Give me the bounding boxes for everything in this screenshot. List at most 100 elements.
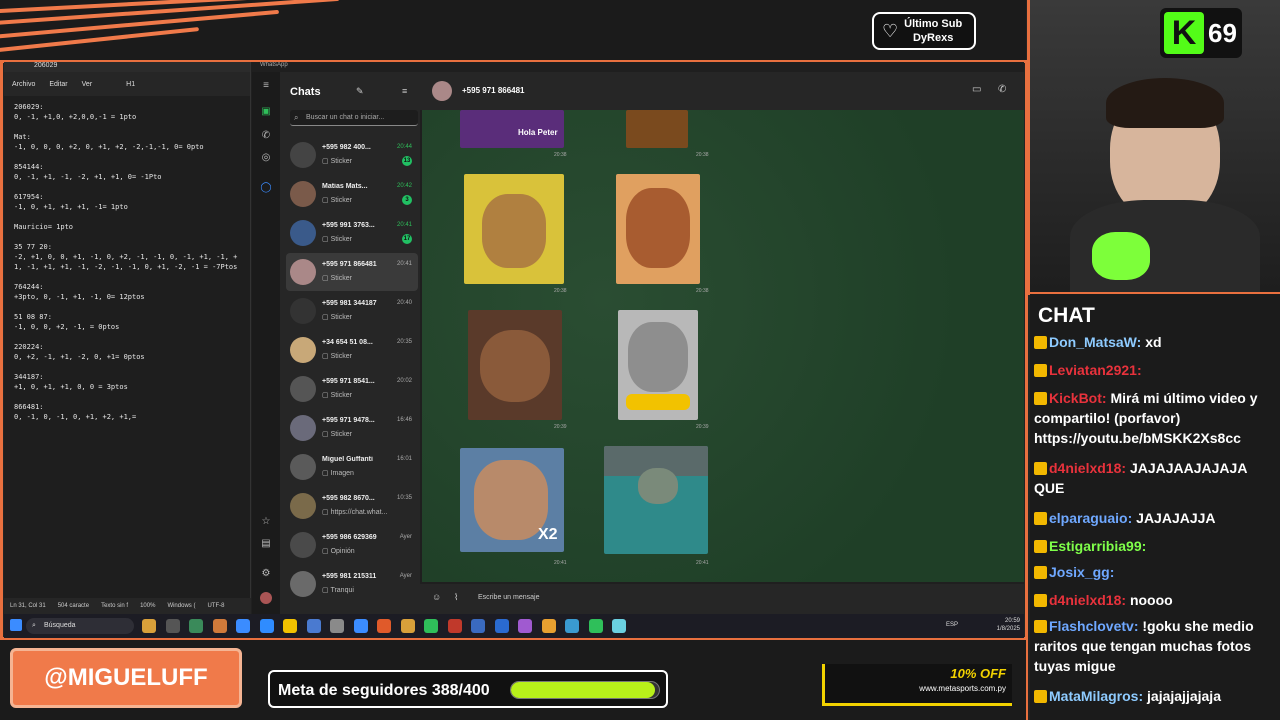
taskbar-app-icon[interactable] bbox=[259, 619, 274, 633]
chat-colon: : bbox=[1136, 362, 1142, 378]
taskbar-app-icon[interactable] bbox=[424, 619, 438, 633]
sticker[interactable] bbox=[626, 110, 688, 148]
video-call-icon[interactable]: ▭ bbox=[972, 84, 981, 95]
status-position: Ln 31, Col 31 bbox=[10, 603, 46, 609]
taskbar-app-icon[interactable] bbox=[283, 619, 297, 633]
status-encoding: UTF-8 bbox=[207, 603, 225, 609]
new-chat-icon[interactable]: ✎ bbox=[356, 86, 364, 97]
language-indicator[interactable]: ESP bbox=[946, 622, 958, 628]
chat-list-item[interactable]: +595 982 8670... ▢ https://chat.what... 10… bbox=[286, 487, 418, 525]
star-icon[interactable]: ☆ bbox=[260, 516, 272, 528]
menu-heading[interactable]: H1 bbox=[126, 81, 135, 88]
chat-username[interactable]: Don_MatsaW bbox=[1049, 334, 1137, 350]
filter-icon[interactable]: ≡ bbox=[402, 86, 407, 96]
sticker[interactable]: X2 bbox=[460, 448, 564, 552]
chat-username[interactable]: d4nielxd18 bbox=[1049, 460, 1121, 476]
sticker[interactable] bbox=[468, 310, 562, 420]
chat-username[interactable]: MataMilagros bbox=[1049, 688, 1138, 704]
status-icon[interactable]: ◎ bbox=[260, 152, 272, 164]
sticker[interactable]: Hola Peter bbox=[460, 110, 564, 148]
chat-list-item[interactable]: +34 654 51 08... ▢ Sticker 20:35 bbox=[286, 331, 418, 369]
message-input[interactable]: Escribe un mensaje bbox=[478, 594, 539, 601]
sticker[interactable] bbox=[464, 174, 564, 284]
taskbar-app-icon[interactable] bbox=[377, 619, 391, 633]
last-sub-name: DyRexs bbox=[912, 32, 954, 44]
taskbar-app-icon[interactable] bbox=[518, 619, 532, 633]
chat-time: 20:42 bbox=[396, 183, 412, 189]
taskbar-app-icon[interactable] bbox=[330, 619, 344, 633]
chat-list-item[interactable]: +595 971 8541... ▢ Sticker 20:02 bbox=[286, 370, 418, 408]
windows-start-icon[interactable] bbox=[10, 619, 22, 631]
taskbar-app-icon[interactable] bbox=[306, 619, 321, 633]
chat-username[interactable]: Estigarribia99 bbox=[1049, 538, 1142, 554]
chat-message: Flashclovetv: !goku she medio raritos qu… bbox=[1034, 616, 1274, 676]
chat-username[interactable]: Josix_gg bbox=[1049, 564, 1110, 580]
chat-list-item[interactable]: Matias Mats... ▢ Sticker 20:42 3 bbox=[286, 175, 418, 213]
chat-username[interactable]: Flashclovetv bbox=[1049, 618, 1134, 634]
chat-list-item[interactable]: +595 971 9478... ▢ Sticker 16:46 bbox=[286, 409, 418, 447]
taskbar-clock[interactable]: 20:59 1/8/2025 bbox=[997, 617, 1020, 633]
taskbar-app-icon[interactable] bbox=[447, 619, 462, 633]
chat-list-item[interactable]: Miguel Guffanti ▢ Imagen 16:01 bbox=[286, 448, 418, 486]
notepad-tab[interactable]: 206029 bbox=[4, 62, 250, 72]
chat-list-item[interactable]: +595 971 866481 ▢ Sticker 20:41 bbox=[286, 253, 418, 291]
menu-icon[interactable]: ≡ bbox=[260, 80, 272, 92]
crown-icon bbox=[1034, 462, 1047, 475]
microphone bbox=[1092, 232, 1150, 280]
taskbar-app-icon[interactable] bbox=[588, 619, 603, 633]
voice-call-icon[interactable]: ✆ bbox=[998, 84, 1006, 95]
chat-list-item[interactable]: +595 981 215311 ▢ Tranqui Ayer bbox=[286, 565, 418, 603]
chat-list-item[interactable]: +595 982 400... ▢ Sticker 20:44 13 bbox=[286, 136, 418, 174]
contact-name[interactable]: +595 971 866481 bbox=[462, 86, 525, 95]
search-input[interactable]: ⌕ Buscar un chat o iniciar... bbox=[290, 110, 418, 126]
taskbar-app-icon[interactable] bbox=[541, 619, 556, 633]
attach-icon[interactable]: ⌇ bbox=[454, 592, 458, 603]
avatar[interactable] bbox=[260, 592, 272, 604]
sticker[interactable] bbox=[604, 446, 708, 554]
taskbar-app-icon[interactable] bbox=[189, 619, 203, 633]
crown-icon bbox=[1034, 690, 1047, 703]
taskbar-app-icon[interactable] bbox=[212, 619, 227, 633]
chat-name: +595 971 866481 bbox=[322, 261, 377, 268]
emoji-icon[interactable]: ☺ bbox=[432, 592, 441, 602]
conversation-header: +595 971 866481 ▭ ✆ bbox=[420, 72, 1024, 110]
chat-list-item[interactable]: +595 991 3763... ▢ Sticker 20:41 17 bbox=[286, 214, 418, 252]
clock-time: 20:59 bbox=[1004, 618, 1020, 624]
chats-icon[interactable]: ▣ bbox=[260, 106, 272, 118]
taskbar-app-icon[interactable] bbox=[165, 619, 180, 633]
taskbar-app-icon[interactable] bbox=[400, 619, 415, 633]
taskbar-app-icon[interactable] bbox=[565, 619, 579, 633]
chat-list-item[interactable]: +595 986 629369 ▢ Opinión Ayer bbox=[286, 526, 418, 564]
taskbar-app-icon[interactable] bbox=[142, 619, 156, 633]
sticker-time: 20:38 bbox=[554, 288, 567, 294]
menu-editar[interactable]: Editar bbox=[49, 81, 67, 88]
gear-icon[interactable]: ⚙ bbox=[260, 568, 272, 580]
archive-icon[interactable]: ▤ bbox=[260, 538, 272, 550]
menu-archivo[interactable]: Archivo bbox=[12, 81, 35, 88]
notepad-text-area[interactable]: 206029: 0, -1, +1,0, +2,0,0,-1 = 1pto Ma… bbox=[4, 96, 250, 428]
taskbar-app-icon[interactable] bbox=[236, 619, 250, 633]
sticker-icon: ▢ bbox=[322, 353, 331, 360]
taskbar-search[interactable]: ⌕ Búsqueda bbox=[26, 618, 134, 634]
chat-name: +595 991 3763... bbox=[322, 222, 375, 229]
taskbar-app-icon[interactable] bbox=[612, 619, 626, 633]
sticker[interactable] bbox=[618, 310, 698, 420]
chat-username[interactable]: KickBot bbox=[1049, 390, 1102, 406]
chat-list-item[interactable]: +595 981 344187 ▢ Sticker 20:40 bbox=[286, 292, 418, 330]
phone-icon[interactable]: ✆ bbox=[260, 130, 272, 142]
chat-time: Ayer bbox=[399, 534, 412, 540]
sticker[interactable] bbox=[616, 174, 700, 284]
chat-time: 16:46 bbox=[396, 417, 412, 423]
taskbar-app-icon[interactable] bbox=[494, 619, 509, 633]
taskbar-app-icon[interactable] bbox=[471, 619, 485, 633]
menu-ver[interactable]: Ver bbox=[82, 81, 93, 88]
contact-avatar[interactable] bbox=[432, 81, 452, 101]
chat-username[interactable]: d4nielxd18 bbox=[1049, 592, 1121, 608]
unread-badge: 13 bbox=[402, 156, 412, 166]
chat-preview-text: https://chat.what... bbox=[330, 509, 388, 516]
sticker-icon: ▢ bbox=[322, 431, 331, 438]
meta-ai-icon[interactable]: ◯ bbox=[260, 182, 272, 194]
taskbar-app-icon[interactable] bbox=[353, 619, 368, 633]
chat-username[interactable]: elparaguaio bbox=[1049, 510, 1128, 526]
chat-username[interactable]: Leviatan2921 bbox=[1049, 362, 1137, 378]
